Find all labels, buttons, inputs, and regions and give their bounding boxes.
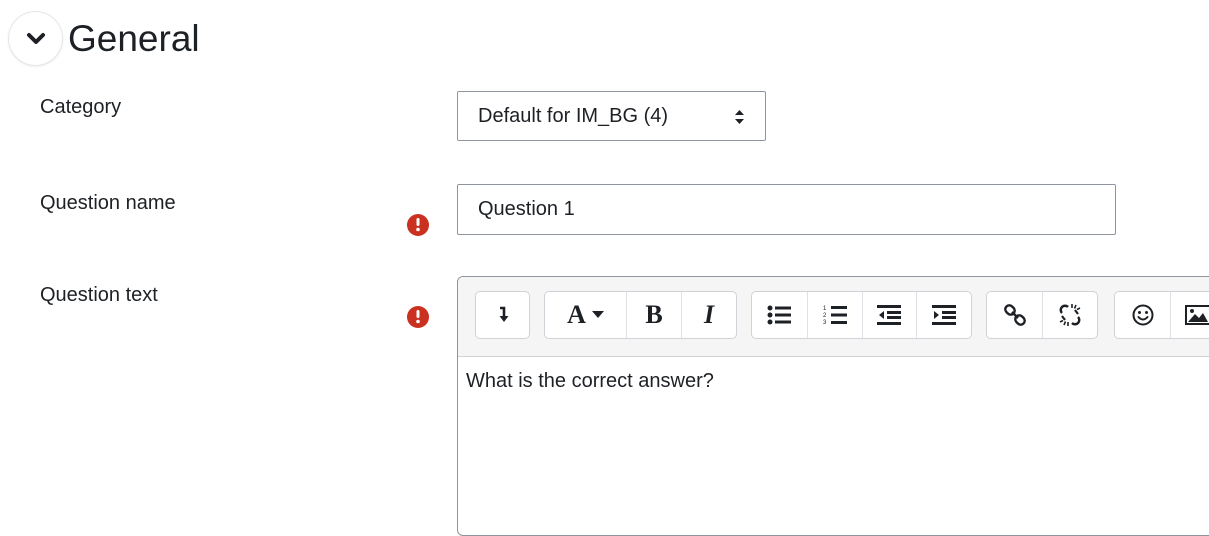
ordered-list-icon: 1 2 3 xyxy=(823,306,847,326)
collapse-section-button[interactable] xyxy=(9,12,62,65)
image-button[interactable] xyxy=(1170,292,1209,338)
emoji-button[interactable] xyxy=(1115,292,1170,338)
svg-text:1: 1 xyxy=(823,306,827,312)
dropdown-caret-icon xyxy=(591,311,604,318)
svg-text:3: 3 xyxy=(823,320,827,326)
select-arrows-icon xyxy=(735,110,744,124)
toolbar-group-insert xyxy=(1114,291,1209,339)
collapse-toolbar-icon xyxy=(499,306,508,322)
editor-toolbar: A B I 1 2 3 xyxy=(458,277,1209,357)
question-text-label: Question text xyxy=(40,284,158,306)
show-more-buttons-button[interactable] xyxy=(476,292,529,338)
indent-icon xyxy=(932,305,957,325)
indent-button[interactable] xyxy=(916,292,971,338)
svg-text:2: 2 xyxy=(823,313,827,319)
question-name-input[interactable] xyxy=(457,184,1116,235)
italic-button[interactable]: I xyxy=(681,292,736,338)
toolbar-group-lists: 1 2 3 xyxy=(751,291,972,339)
chevron-down-icon xyxy=(26,32,45,44)
emoji-icon xyxy=(1132,304,1153,326)
unlink-icon xyxy=(1059,304,1081,326)
section-title: General xyxy=(68,18,200,59)
image-icon xyxy=(1185,305,1209,325)
link-icon xyxy=(1003,304,1026,326)
required-icon xyxy=(407,306,429,328)
required-icon xyxy=(407,214,429,236)
font-style-button[interactable]: A xyxy=(545,292,626,338)
question-text-editor[interactable]: A B I 1 2 3 What is the correct answer? xyxy=(457,276,1209,536)
toolbar-group-links xyxy=(986,291,1098,339)
question-name-label: Question name xyxy=(40,192,176,214)
editor-content[interactable]: What is the correct answer? xyxy=(466,370,714,393)
toolbar-group-collapse xyxy=(475,291,530,339)
unlink-button[interactable] xyxy=(1042,292,1097,338)
outdent-icon xyxy=(877,305,902,325)
unordered-list-icon xyxy=(767,305,792,325)
italic-icon: I xyxy=(703,300,715,329)
bold-button[interactable]: B xyxy=(626,292,681,338)
bold-icon: B xyxy=(645,300,663,329)
font-style-icon: A xyxy=(567,300,586,329)
ordered-list-button[interactable]: 1 2 3 xyxy=(806,292,862,338)
category-select[interactable]: Default for IM_BG (4) xyxy=(457,91,766,141)
category-label: Category xyxy=(40,96,122,118)
outdent-button[interactable] xyxy=(861,292,917,338)
toolbar-group-style: A B I xyxy=(544,291,737,339)
link-button[interactable] xyxy=(987,292,1042,338)
category-selected-value: Default for IM_BG (4) xyxy=(478,105,669,127)
unordered-list-button[interactable] xyxy=(752,292,807,338)
